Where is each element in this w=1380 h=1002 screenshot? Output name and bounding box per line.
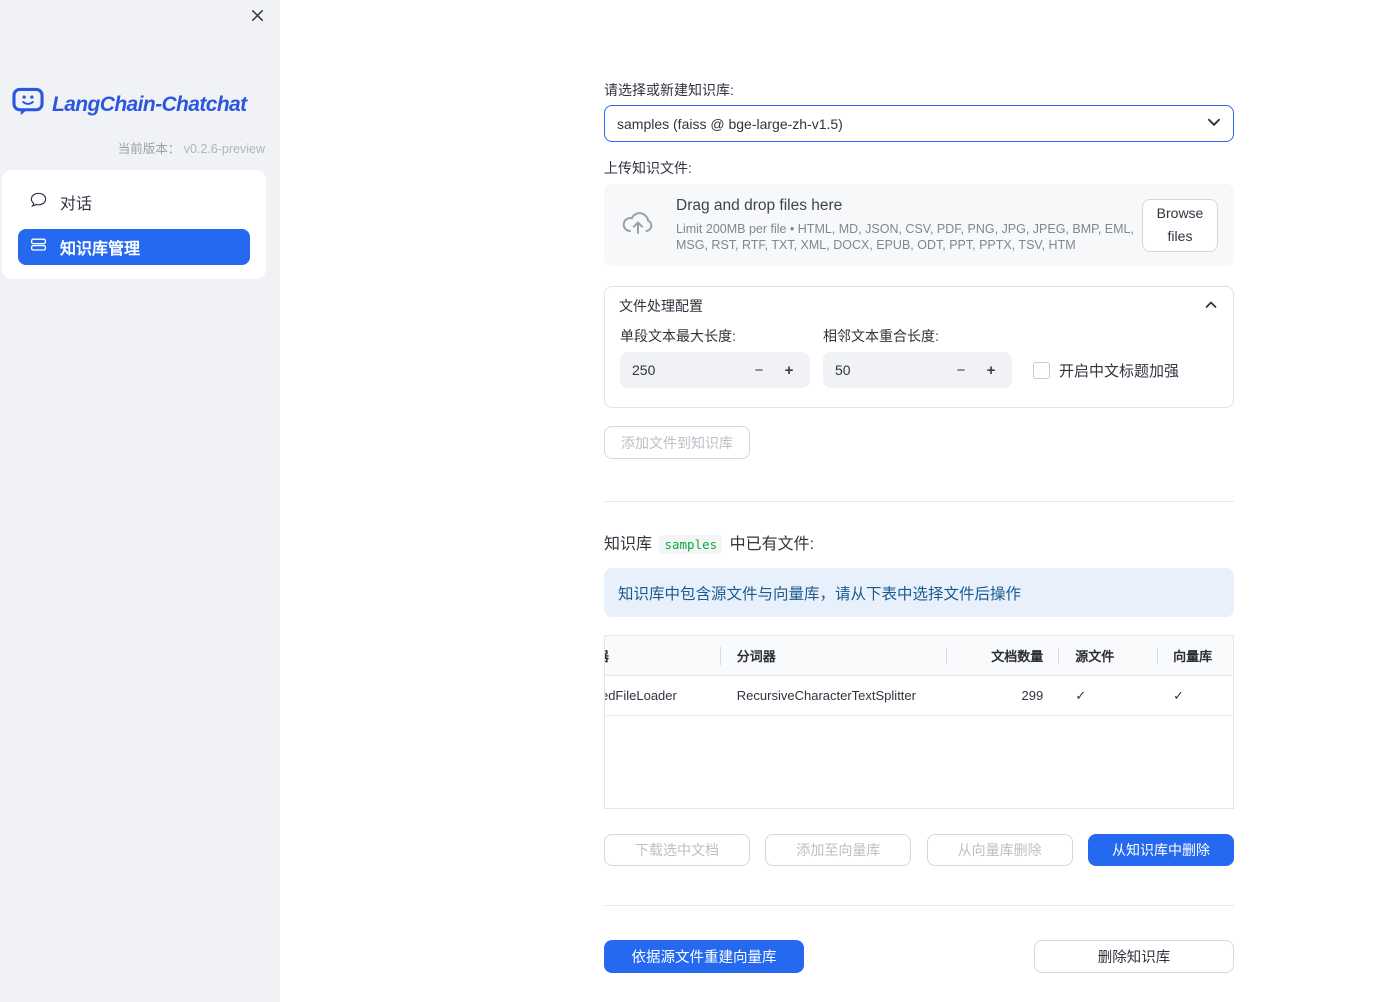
browse-files-button[interactable]: Browse files [1142, 198, 1218, 252]
cell-source-check: ✓ [1075, 687, 1087, 703]
table-header-row: 文档加载器 分词器 文档数量 源文件 向量库 [605, 636, 1233, 676]
chevron-down-icon [1205, 113, 1223, 134]
column-header-vector-store[interactable]: 向量库 [1157, 636, 1233, 675]
info-alert: 知识库中包含源文件与向量库，请从下表中选择文件后操作 [604, 568, 1234, 617]
chunk-size-stepper[interactable]: 250 − + [620, 352, 810, 388]
version-label: 当前版本： [117, 142, 181, 156]
sidebar: LangChain-Chatchat 当前版本： v0.2.6-preview … [0, 0, 280, 1002]
divider [604, 501, 1234, 502]
sidebar-menu: 对话 知识库管理 [2, 170, 266, 279]
cell-loader: UnstructuredFileLoader [605, 688, 677, 703]
kb-global-actions-row: 依据源文件重建向量库 删除知识库 [604, 940, 1234, 973]
version-value: v0.2.6-preview [183, 142, 265, 156]
add-files-to-kb-button[interactable]: 添加文件到知识库 [604, 426, 750, 459]
download-selected-button[interactable]: 下载选中文档 [604, 834, 750, 866]
title-enhance-label: 开启中文标题加强 [1059, 362, 1180, 380]
kb-select-dropdown[interactable]: samples (faiss @ bge-large-zh-v1.5) [604, 105, 1234, 142]
file-actions-row: 下载选中文档 添加至向量库 从向量库删除 从知识库中删除 [604, 834, 1234, 866]
sidebar-item-knowledge-base[interactable]: 知识库管理 [18, 229, 250, 265]
logo-title: LangChain-Chatchat [52, 92, 247, 116]
dropzone-limit: Limit 200MB per file • HTML, MD, JSON, C… [676, 222, 1134, 252]
sidebar-item-label: 对话 [60, 196, 93, 213]
delete-from-kb-button[interactable]: 从知识库中删除 [1087, 834, 1234, 866]
expander-body: 单段文本最大长度: 250 − + 相邻文本重合长度: 50 − + 开启中文标… [605, 325, 1233, 407]
cell-doc-count: 299 [1021, 688, 1044, 703]
checkbox-unchecked-icon[interactable] [1033, 361, 1050, 379]
column-header-loader[interactable]: 文档加载器 [605, 636, 720, 675]
rebuild-vector-store-button[interactable]: 依据源文件重建向量库 [604, 940, 804, 973]
kb-files-suffix: 中已有文件: [729, 536, 815, 553]
sidebar-close-button[interactable] [247, 8, 267, 28]
kb-select-label: 请选择或新建知识库: [604, 82, 734, 98]
add-to-vector-store-button[interactable]: 添加至向量库 [765, 834, 912, 866]
expander-header[interactable]: 文件处理配置 [605, 287, 1233, 325]
minus-button[interactable]: − [752, 362, 766, 379]
app-logo: LangChain-Chatchat [12, 87, 247, 122]
version-info: 当前版本： v0.2.6-preview [118, 138, 265, 157]
chat-icon [30, 191, 47, 213]
table-row[interactable]: UnstructuredFileLoader RecursiveCharacte… [605, 676, 1233, 716]
dropzone-instructions: Drag and drop files here Limit 200MB per… [676, 197, 1142, 253]
chunk-size-field: 单段文本最大长度: 250 − + [620, 329, 810, 388]
column-header-source-file[interactable]: 源文件 [1058, 636, 1157, 675]
title-enhance-checkbox-row[interactable]: 开启中文标题加强 [1033, 352, 1179, 388]
overlap-size-value: 50 [835, 362, 851, 378]
upload-label: 上传知识文件: [604, 160, 692, 176]
cell-vector-check: ✓ [1173, 687, 1185, 703]
kb-name-code: samples [659, 535, 723, 554]
file-config-expander: 文件处理配置 单段文本最大长度: 250 − + 相邻文本重合长度: 50 − … [604, 286, 1234, 408]
minus-button[interactable]: − [954, 362, 968, 379]
overlap-size-stepper[interactable]: 50 − + [823, 352, 1012, 388]
chevron-up-icon [1203, 297, 1219, 316]
chat-bubble-logo-icon [12, 87, 45, 122]
cloud-upload-icon [620, 209, 656, 242]
kb-files-prefix: 知识库 [604, 536, 653, 553]
plus-button[interactable]: + [984, 362, 998, 379]
main-content: 请选择或新建知识库: samples (faiss @ bge-large-zh… [604, 0, 1234, 973]
sidebar-item-dialogue[interactable]: 对话 [18, 184, 250, 220]
plus-button[interactable]: + [782, 362, 796, 379]
kb-files-table[interactable]: 文档加载器 分词器 文档数量 源文件 向量库 UnstructuredFileL… [604, 635, 1234, 809]
overlap-size-label: 相邻文本重合长度: [823, 328, 939, 344]
delete-from-vector-store-button[interactable]: 从向量库删除 [926, 834, 1073, 866]
stacked-database-icon [30, 236, 47, 258]
column-header-doc-count[interactable]: 文档数量 [946, 636, 1058, 675]
cell-splitter: RecursiveCharacterTextSplitter [736, 688, 916, 703]
overlap-size-field: 相邻文本重合长度: 50 − + [823, 329, 1012, 388]
chunk-size-label: 单段文本最大长度: [620, 328, 736, 344]
sidebar-item-label: 知识库管理 [60, 241, 141, 258]
divider [604, 905, 1234, 906]
kb-files-heading: 知识库 samples 中已有文件: [604, 534, 1234, 556]
dropzone-title: Drag and drop files here [676, 197, 843, 214]
close-icon [250, 8, 265, 28]
delete-kb-button[interactable]: 删除知识库 [1034, 940, 1234, 973]
chunk-size-value: 250 [632, 362, 656, 378]
file-dropzone[interactable]: Drag and drop files here Limit 200MB per… [604, 184, 1234, 266]
expander-title: 文件处理配置 [619, 298, 703, 314]
kb-selected-value: samples (faiss @ bge-large-zh-v1.5) [617, 115, 843, 132]
column-header-splitter[interactable]: 分词器 [719, 636, 947, 675]
info-alert-text: 知识库中包含源文件与向量库，请从下表中选择文件后操作 [618, 585, 1022, 603]
